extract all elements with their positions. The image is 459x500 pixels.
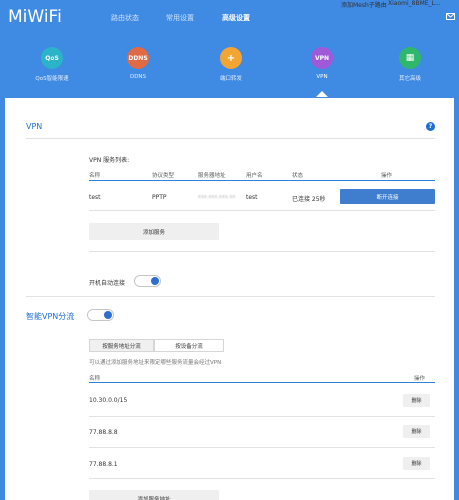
toggle-knob xyxy=(104,311,112,319)
delete-button[interactable]: 删除 xyxy=(403,394,430,407)
divider xyxy=(26,296,435,297)
divider xyxy=(89,210,435,211)
divider xyxy=(89,447,435,448)
add-server-button[interactable]: 添加服务 xyxy=(89,223,219,240)
vpn-status: 已连接 25秒 xyxy=(292,196,326,203)
route-address: 77.88.8.1 xyxy=(89,461,118,468)
feature-other[interactable]: ▦ 其它高级 xyxy=(375,47,445,82)
col-protocol: 协议类型 xyxy=(152,173,175,179)
active-indicator xyxy=(316,91,328,97)
mail-icon[interactable] xyxy=(446,13,455,20)
col-name: 名称 xyxy=(89,173,101,179)
vpn-section-title: VPN xyxy=(26,122,43,131)
divider xyxy=(89,478,435,479)
add-route-button[interactable]: 添加服务地址 xyxy=(89,490,219,500)
other-settings-icon: ▦ xyxy=(399,47,421,69)
vpn-server: xxx.xxx.xxx.xx xyxy=(198,194,236,200)
toggle-knob xyxy=(151,277,159,285)
tab-by-device[interactable]: 按设备分流 xyxy=(154,339,224,352)
smart-vpn-title: 智能VPN分流 xyxy=(26,312,75,321)
delete-button[interactable]: 删除 xyxy=(403,457,430,470)
nav-router-status[interactable]: 路由状态 xyxy=(111,13,139,23)
feature-label: VPN xyxy=(316,74,328,80)
delete-button[interactable]: 删除 xyxy=(403,425,430,438)
divider xyxy=(89,416,435,417)
tab-by-server-address[interactable]: 按服务地址分流 xyxy=(89,339,154,352)
add-mesh-link[interactable]: 添加Mesh子路由 xyxy=(341,0,387,9)
autoconnect-label: 开机自动连接 xyxy=(89,280,126,287)
disconnect-button[interactable]: 断开连接 xyxy=(340,189,435,204)
feature-bar: QoS QoS智能限速 DDNS DDNS + 端口转发 VPN VPN ▦ 其… xyxy=(0,35,459,98)
vpn-list-label: VPN 服务列表: xyxy=(89,157,130,164)
col-status: 状态 xyxy=(292,173,304,179)
feature-ddns[interactable]: DDNS DDNS xyxy=(103,47,173,80)
feature-label: QoS智能限速 xyxy=(35,76,69,82)
router-name-dropdown[interactable]: Xiaomi_8BME_L... xyxy=(388,0,441,7)
help-icon[interactable]: ? xyxy=(426,122,435,131)
col-action: 操作 xyxy=(414,376,426,382)
col-server: 服务器地址 xyxy=(198,173,226,179)
autoconnect-toggle[interactable] xyxy=(134,275,161,287)
vpn-username: test xyxy=(246,194,258,201)
divider xyxy=(89,251,435,252)
feature-label: 端口转发 xyxy=(219,76,242,82)
vpn-protocol: PPTP xyxy=(152,194,167,201)
top-header: MiWiFi 路由状态 常用设置 高级设置 添加Mesh子路由 Xiaomi_8… xyxy=(0,0,459,35)
feature-label: DDNS xyxy=(129,74,147,80)
feature-qos[interactable]: QoS QoS智能限速 xyxy=(17,47,87,82)
route-address: 10.30.0.0/15 xyxy=(89,397,128,404)
col-username: 用户名 xyxy=(246,173,263,179)
vpn-icon: VPN xyxy=(311,47,333,69)
qos-icon: QoS xyxy=(41,47,63,69)
vpn-panel: VPN ? VPN 服务列表: 名称 协议类型 服务器地址 用户名 状态 操作 … xyxy=(5,98,454,500)
feature-vpn[interactable]: VPN VPN xyxy=(287,47,357,80)
miwifi-logo[interactable]: MiWiFi xyxy=(8,7,62,27)
route-address: 77.88.8.8 xyxy=(89,429,118,436)
ddns-icon: DDNS xyxy=(127,47,149,69)
table-header-line xyxy=(89,382,435,383)
smart-vpn-toggle[interactable] xyxy=(87,309,114,321)
table-header-line xyxy=(89,180,435,181)
nav-common-settings[interactable]: 常用设置 xyxy=(166,13,194,23)
vpn-name: test xyxy=(89,194,101,201)
port-forward-icon: + xyxy=(220,47,242,69)
feature-port-forward[interactable]: + 端口转发 xyxy=(196,47,266,82)
smart-vpn-hint: 可以通过添加服务地址来限定哪些服务流量会经过VPN xyxy=(89,360,222,366)
feature-label: 其它高级 xyxy=(398,76,421,82)
col-name: 名称 xyxy=(89,376,101,382)
divider xyxy=(26,138,435,139)
col-action: 操作 xyxy=(381,173,393,179)
nav-advanced-settings[interactable]: 高级设置 xyxy=(222,13,250,23)
